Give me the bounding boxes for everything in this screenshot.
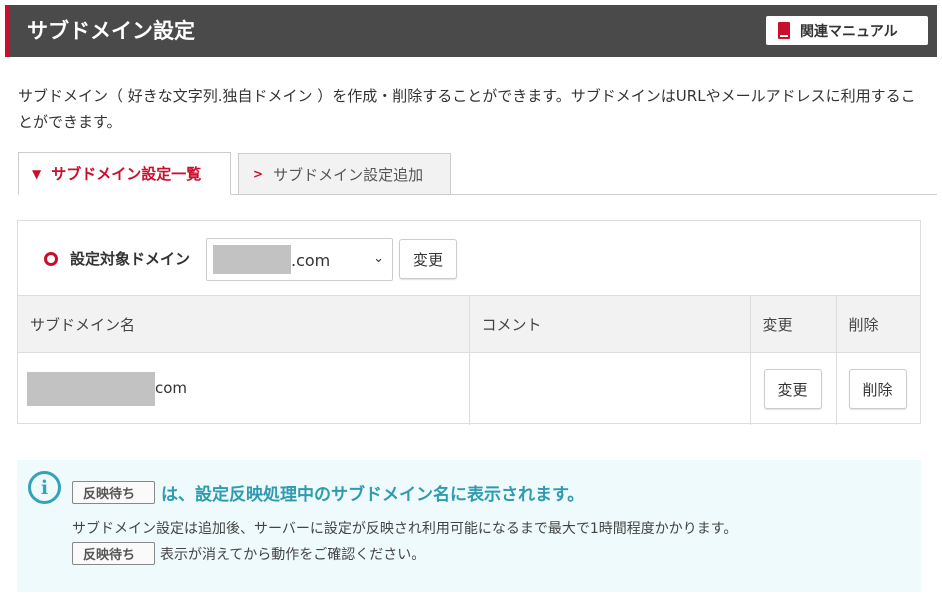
column-header-change: 変更 <box>750 295 837 353</box>
chevron-right-icon: > <box>253 167 264 181</box>
delete-subdomain-button[interactable]: 削除 <box>848 369 907 409</box>
header-accent-bar <box>5 5 10 57</box>
subdomain-value: com <box>155 379 188 397</box>
related-manual-label: 関連マニュアル <box>800 23 898 40</box>
book-icon <box>778 22 790 39</box>
subdomain-table: サブドメイン名 コメント 変更 削除 com 変更 削除 <box>18 295 920 425</box>
delete-cell: 削除 <box>836 352 920 425</box>
chevron-down-icon: ⌄ <box>373 251 384 266</box>
redacted-subdomain-mask <box>27 372 155 406</box>
domain-select-row: 設定対象ドメイン .com ⌄ 変更 <box>18 221 920 295</box>
tab-subdomain-list[interactable]: ▼ サブドメイン設定一覧 <box>18 152 231 195</box>
info-icon: i <box>28 471 61 504</box>
change-cell: 変更 <box>750 352 837 425</box>
pending-badge: 反映待ち <box>72 481 155 504</box>
table-row: com 変更 削除 <box>18 352 920 425</box>
pending-badge: 反映待ち <box>72 542 155 565</box>
tab-subdomain-add[interactable]: > サブドメイン設定追加 <box>238 153 451 194</box>
tab-subdomain-add-label: サブドメイン設定追加 <box>273 165 424 184</box>
tab-subdomain-list-label: サブドメイン設定一覧 <box>51 165 202 183</box>
target-domain-label: 設定対象ドメイン <box>70 250 191 268</box>
related-manual-button[interactable]: 関連マニュアル <box>766 16 928 45</box>
comment-cell <box>469 352 751 425</box>
column-header-subdomain: サブドメイン名 <box>18 295 470 353</box>
redacted-domain-mask <box>213 245 291 274</box>
info-text-line2: 表示が消えてから動作をご確認ください。 <box>160 547 426 563</box>
target-domain-select[interactable]: .com ⌄ <box>206 238 393 281</box>
change-subdomain-button[interactable]: 変更 <box>763 369 822 409</box>
subdomain-panel: 設定対象ドメイン .com ⌄ 変更 サブドメイン名 コメント 変更 削除 co… <box>17 220 921 425</box>
target-domain-value: .com <box>291 251 331 270</box>
page-header: サブドメイン設定 関連マニュアル <box>5 5 937 57</box>
info-text-line1: サブドメイン設定は追加後、サーバーに設定が反映され利用可能になるまで最大で1時間… <box>72 521 738 537</box>
table-header-row: サブドメイン名 コメント 変更 削除 <box>18 295 920 353</box>
page-description: サブドメイン（ 好きな文字列.独自ドメイン ）を作成・削除することができます。サ… <box>18 87 916 131</box>
required-ring-icon <box>44 252 58 266</box>
column-header-comment: コメント <box>469 295 751 353</box>
change-domain-button[interactable]: 変更 <box>399 239 457 279</box>
subdomain-cell: com <box>18 352 470 425</box>
chevron-down-icon: ▼ <box>32 166 42 181</box>
info-box: i 反映待ち は、設定反映処理中のサブドメイン名に表示されます。 サブドメイン設… <box>17 460 921 592</box>
column-header-delete: 削除 <box>836 295 920 353</box>
page-title: サブドメイン設定 <box>27 19 195 43</box>
info-headline: は、設定反映処理中のサブドメイン名に表示されます。 <box>161 485 585 505</box>
